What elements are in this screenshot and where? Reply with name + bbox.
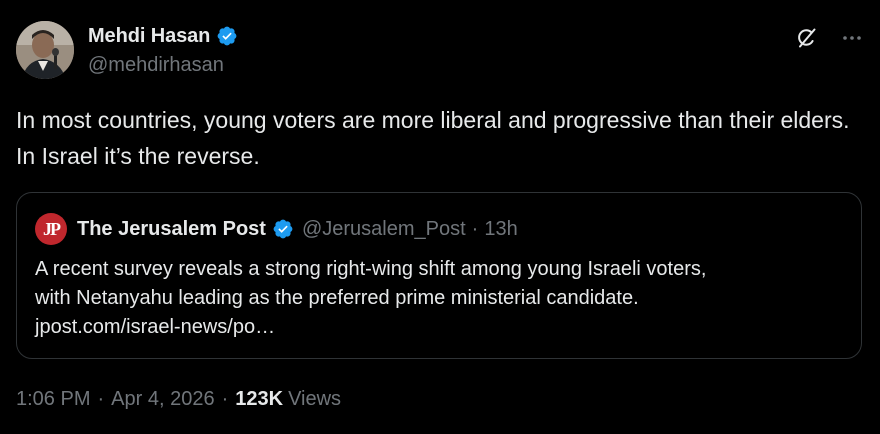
separator-dot: · bbox=[97, 388, 105, 410]
quoted-timestamp[interactable]: 13h bbox=[484, 218, 517, 241]
tweet-time[interactable]: 1:06 PM bbox=[16, 388, 90, 411]
more-icon[interactable] bbox=[840, 26, 864, 50]
quoted-text-line: A recent survey reveals a strong right-w… bbox=[35, 258, 707, 280]
views-count[interactable]: 123K bbox=[235, 388, 283, 411]
jerusalem-post-logo-icon[interactable]: JP bbox=[35, 213, 67, 245]
author-handle[interactable]: @mehdirhasan bbox=[88, 54, 238, 77]
header-actions bbox=[794, 26, 864, 50]
tweet-meta: 1:06 PM · Apr 4, 2026 · 123K Views bbox=[16, 388, 341, 411]
author-display-name[interactable]: Mehdi Hasan bbox=[88, 25, 210, 48]
verified-badge-icon[interactable] bbox=[216, 25, 238, 47]
quoted-author-name[interactable]: The Jerusalem Post bbox=[77, 218, 266, 241]
quoted-tweet-text: A recent survey reveals a strong right-w… bbox=[35, 255, 845, 342]
tweet-date[interactable]: Apr 4, 2026 bbox=[111, 388, 214, 411]
tweet-header: Mehdi Hasan @mehdirhasan bbox=[16, 20, 864, 82]
quoted-text-line: with Netanyahu leading as the preferred … bbox=[35, 287, 639, 309]
author-names: Mehdi Hasan @mehdirhasan bbox=[88, 22, 238, 77]
quoted-author-handle[interactable]: @Jerusalem_Post bbox=[302, 218, 466, 241]
quoted-tweet[interactable]: JP The Jerusalem Post @Jerusalem_Post · … bbox=[16, 192, 862, 359]
quoted-link[interactable]: jpost.com/israel-news/po… bbox=[35, 313, 845, 342]
grok-icon[interactable] bbox=[794, 26, 818, 50]
tweet: Mehdi Hasan @mehdirhasan In most countri… bbox=[0, 0, 880, 434]
tweet-text: In most countries, young voters are more… bbox=[16, 107, 856, 169]
logo-text: JP bbox=[43, 218, 61, 239]
separator-dot: · bbox=[221, 388, 229, 410]
verified-badge-icon bbox=[272, 218, 294, 240]
avatar[interactable] bbox=[16, 21, 74, 79]
quoted-tweet-header: JP The Jerusalem Post @Jerusalem_Post · … bbox=[35, 213, 518, 245]
separator-dot: · bbox=[471, 217, 479, 240]
views-label: Views bbox=[288, 388, 342, 410]
